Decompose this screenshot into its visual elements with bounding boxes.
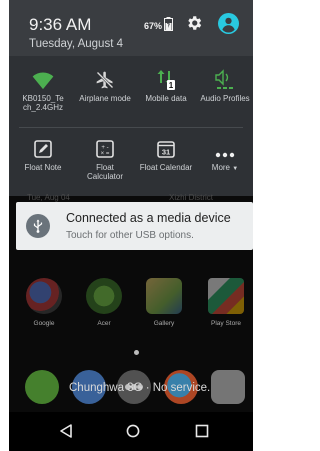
float-calendar-icon: 31 [157,141,175,158]
tile-label: Mobile data [145,94,187,103]
tile-label: Airplane mode [79,94,131,103]
float-note-icon [34,140,52,158]
tile-float-calendar[interactable]: 31 Float Calendar [138,137,194,172]
tile-label: Audio Profiles [200,94,250,103]
play-store-icon [208,278,244,314]
app-gallery[interactable]: Gallery [137,278,191,327]
app-label: Gallery [153,320,175,327]
navigation-bar [9,412,253,451]
usb-icon [26,214,50,238]
user-avatar-icon[interactable] [218,13,239,34]
widget-date: Tue, Aug 04 [27,193,70,202]
camera-icon[interactable] [211,370,245,404]
svg-text:1: 1 [169,81,174,90]
tile-label: More ▼ [211,163,239,172]
gear-icon[interactable] [185,14,203,32]
tile-airplane-mode[interactable]: Airplane mode [77,68,133,103]
app-label: Acer [97,320,111,327]
widget-location: Xizhi District [169,193,214,202]
page-indicator-dot [134,350,139,355]
app-label: Google [33,320,55,327]
battery-charging-icon[interactable] [164,17,173,31]
tile-more[interactable]: More ▼ [197,137,253,174]
tile-wifi[interactable]: KB0150_Te ch_2.4GHz [15,68,71,112]
phone-screen: 9:36 AM Tuesday, August 4 67% KB0150_Te … [9,0,253,451]
more-icon [215,152,235,158]
chevron-down-icon: ▼ [232,166,239,172]
recents-icon[interactable] [195,424,209,438]
usb-notification[interactable]: Connected as a media device Touch for ot… [16,202,253,250]
tile-float-calculator[interactable]: + - × = Float Calculator [77,137,133,181]
battery-percent: 67% [144,21,163,31]
date: Tuesday, August 4 [29,38,123,50]
tile-mobile-data[interactable]: 1 Mobile data [138,68,194,103]
svg-text:× =: × = [101,151,110,157]
acer-folder-icon [86,278,122,314]
phone-icon[interactable] [25,370,59,404]
tile-label: Float Note [24,163,62,172]
tile-float-note[interactable]: Float Note [15,137,71,172]
google-folder-icon [26,278,62,314]
app-acer[interactable]: Acer [77,278,131,327]
app-play-store[interactable]: Play Store [199,278,253,327]
float-calculator-icon: + - × = [96,140,114,158]
app-label: Play Store [211,320,241,327]
quick-settings-header: 9:36 AM Tuesday, August 4 67% [9,0,253,56]
clock: 9:36 AM [29,15,92,34]
tile-audio-profiles[interactable]: Audio Profiles [197,68,253,103]
quick-settings-panel: 9:36 AM Tuesday, August 4 67% KB0150_Te … [9,0,253,196]
mobile-data-icon: 1 [157,70,175,90]
back-icon[interactable] [59,424,73,438]
notification-title: Connected as a media device [66,211,231,225]
home-icon[interactable] [126,424,140,438]
airplane-mode-off-icon [96,71,114,89]
tile-label: Float Calendar [139,163,193,172]
audio-profile-icon [215,69,233,89]
notification-subtitle: Touch for other USB options. [66,230,194,241]
tile-row-divider [19,127,243,128]
clock-widget-strip: Tue, Aug 04 Xizhi District [9,193,253,202]
tile-label: KB0150_Te ch_2.4GHz [22,94,64,112]
carrier-toast: Chunghwa 3G · No service. [69,382,211,394]
tile-label: Float Calculator [86,163,123,181]
app-google[interactable]: Google [17,278,71,327]
gallery-icon [146,278,182,314]
calendar-day-number: 31 [162,148,170,157]
wifi-icon [32,72,54,90]
